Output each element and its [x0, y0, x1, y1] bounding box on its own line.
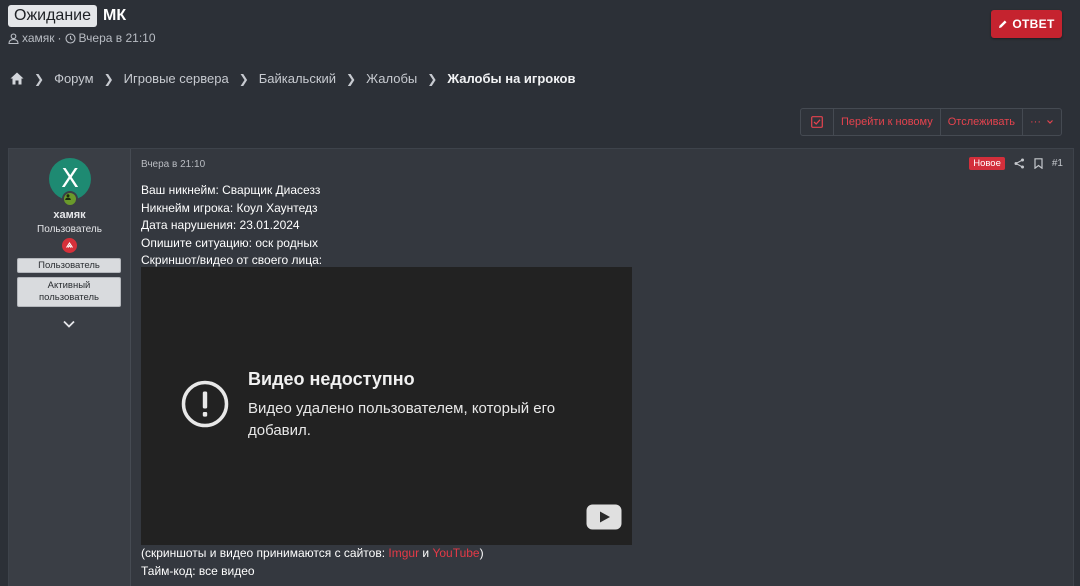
- bookmark-icon[interactable]: [1034, 158, 1043, 169]
- post-line-date: Дата нарушения: 23.01.2024: [141, 218, 300, 232]
- thread-title: МК: [103, 7, 127, 24]
- post-line-situation: Опишите ситуацию: оск родных: [141, 235, 318, 250]
- video-unavailable-title: Видео недоступно: [248, 369, 415, 389]
- user-banner-user: Пользователь: [17, 258, 121, 273]
- chevron-down-icon[interactable]: [62, 319, 76, 329]
- thread-title-row: Ожидание МК: [8, 5, 126, 27]
- chevron-right-icon: ❯: [103, 71, 114, 86]
- home-icon[interactable]: [10, 72, 24, 85]
- post-user-title: Пользователь: [37, 224, 102, 235]
- thread-time[interactable]: Вчера в 21:10: [79, 31, 156, 45]
- thread-author[interactable]: хамяк: [22, 31, 55, 45]
- breadcrumb-baikal[interactable]: Байкальский: [259, 71, 336, 86]
- video-embed[interactable]: Видео недоступно Видео удалено пользоват…: [141, 267, 632, 545]
- thread-prefix-badge[interactable]: Ожидание: [8, 5, 97, 27]
- post-line-player: Никнейм игрока: Коул Хаунтедз: [141, 200, 318, 215]
- clock-icon: [64, 32, 76, 44]
- sites-and: и: [419, 546, 433, 560]
- youtube-logo-icon[interactable]: [586, 504, 622, 530]
- post-date[interactable]: Вчера в 21:10: [141, 159, 205, 170]
- imgur-link[interactable]: Imgur: [388, 546, 419, 560]
- chevron-right-icon: ❯: [238, 71, 249, 86]
- online-status-icon: [62, 191, 78, 207]
- post-footer-text: (скриншоты и видео принимаются с сайтов:…: [141, 545, 484, 580]
- breadcrumb-player-complaints[interactable]: Жалобы на игроков: [447, 71, 575, 86]
- video-unavailable-text: Видео удалено пользователем, который его…: [248, 400, 556, 439]
- more-dots: ···: [1030, 116, 1041, 128]
- rank-icon: [62, 238, 77, 253]
- post-username[interactable]: хамяк: [9, 209, 130, 221]
- checkbox-icon: [811, 116, 823, 128]
- breadcrumb-forum[interactable]: Форум: [54, 71, 94, 86]
- chevron-right-icon: ❯: [34, 71, 45, 86]
- breadcrumb-game-servers[interactable]: Игровые сервера: [124, 71, 229, 86]
- post-tools: Новое #1: [969, 157, 1063, 170]
- new-badge: Новое: [969, 157, 1005, 170]
- post-sites-line: (скриншоты и видео принимаются с сайтов:…: [141, 545, 484, 563]
- chevron-down-icon: [1047, 120, 1053, 124]
- post-user-cell: X хамяк Пользователь Пользователь Активн…: [9, 149, 131, 586]
- goto-new-button[interactable]: Перейти к новому: [834, 109, 941, 135]
- pencil-icon: [999, 20, 1007, 28]
- post-body: Ваш никнейм: Сварщик Диасезз Никнейм игр…: [141, 182, 322, 270]
- thread-action-bar: Перейти к новому Отслеживать ···: [800, 108, 1062, 136]
- watch-button[interactable]: Отслеживать: [941, 109, 1023, 135]
- reply-label: ОТВЕТ: [1012, 17, 1055, 31]
- post-line-nickname: Ваш никнейм: Сварщик Диасезз: [141, 183, 321, 197]
- user-banner-active: Активный пользователь: [17, 277, 121, 307]
- breadcrumb-complaints[interactable]: Жалобы: [366, 71, 417, 86]
- meta-separator: ·: [57, 31, 62, 45]
- thread-page: Ожидание МК хамяк · Вчера в 21:10 ОТВЕТ …: [0, 0, 1080, 586]
- mark-read-button[interactable]: [801, 109, 834, 135]
- alert-circle-icon: [181, 380, 229, 428]
- sites-suffix: ): [479, 546, 484, 560]
- user-icon: [8, 32, 19, 44]
- thread-meta: хамяк · Вчера в 21:10: [8, 31, 156, 45]
- more-button[interactable]: ···: [1023, 109, 1061, 135]
- post: X хамяк Пользователь Пользователь Активн…: [8, 148, 1074, 586]
- chevron-right-icon: ❯: [346, 71, 357, 86]
- youtube-link[interactable]: YouTube: [432, 546, 479, 560]
- sites-prefix: (скриншоты и видео принимаются с сайтов:: [141, 546, 389, 560]
- share-icon[interactable]: [1014, 158, 1025, 169]
- reply-button[interactable]: ОТВЕТ: [991, 10, 1062, 38]
- post-timecode-line: Тайм-код: все видео: [141, 563, 255, 578]
- breadcrumb: ❯ Форум ❯ Игровые сервера ❯ Байкальский …: [10, 71, 575, 86]
- chevron-right-icon: ❯: [427, 71, 438, 86]
- post-number[interactable]: #1: [1052, 158, 1063, 169]
